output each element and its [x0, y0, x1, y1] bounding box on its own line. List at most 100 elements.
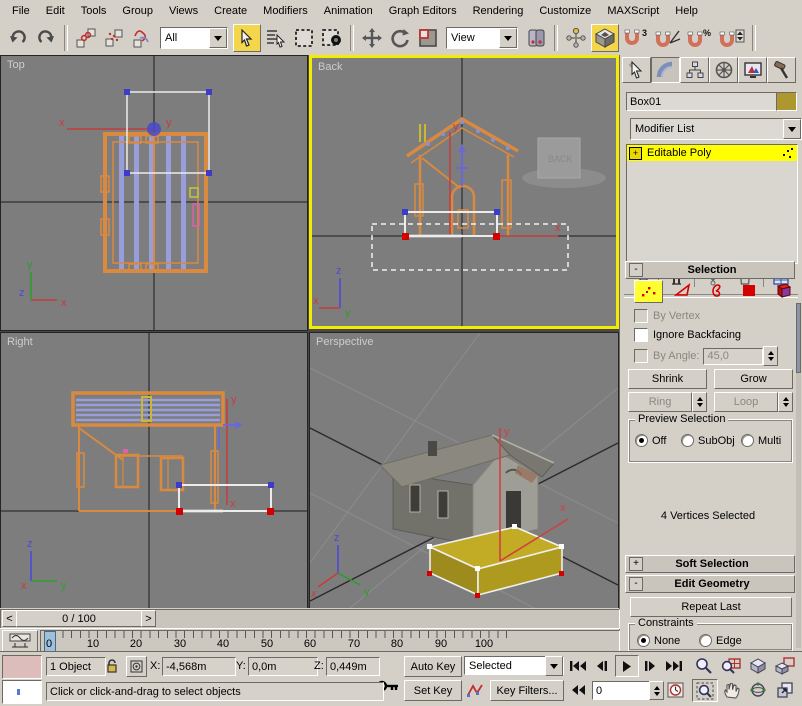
stack-expand-icon[interactable]: + — [629, 147, 642, 160]
preview-off-radio-row[interactable]: Off — [635, 434, 666, 447]
ring-button[interactable]: Ring — [628, 392, 692, 412]
tab-motion[interactable] — [709, 57, 738, 83]
preview-subobj-radio-row[interactable]: SubObj — [681, 434, 735, 447]
collapse-icon[interactable]: - — [629, 263, 643, 277]
undo-icon[interactable] — [5, 25, 31, 51]
go-to-end-button[interactable] — [663, 656, 685, 675]
select-object-button[interactable] — [233, 24, 261, 52]
menu-tools[interactable]: Tools — [73, 3, 115, 19]
x-coord-field[interactable]: -4,568m — [162, 657, 236, 676]
set-key-filters-curve-icon[interactable] — [464, 680, 486, 699]
y-coord-field[interactable]: 0,0m — [248, 657, 318, 676]
time-slider-handle[interactable]: 0 / 100 — [16, 610, 142, 627]
select-and-manipulate-icon[interactable] — [563, 25, 589, 51]
set-key-button[interactable]: Set Key — [404, 680, 462, 701]
zoom-extents-icon[interactable] — [746, 655, 770, 676]
menu-animation[interactable]: Animation — [316, 3, 381, 19]
maxscript-mini-listener[interactable] — [2, 680, 42, 704]
expand-icon[interactable]: + — [629, 557, 643, 571]
object-name-field[interactable]: Box01 — [626, 92, 777, 111]
track-bar-ruler[interactable]: 0 10 20 30 40 50 60 70 80 90 100 — [40, 630, 620, 653]
open-mini-curve-editor-button[interactable] — [2, 630, 38, 652]
viewport-back-active[interactable]: Back BACK y x — [309, 55, 619, 329]
frame-spinner[interactable] — [649, 681, 664, 700]
by-angle-field[interactable]: 45,0 — [703, 348, 763, 365]
menu-graph-editors[interactable]: Graph Editors — [381, 3, 465, 19]
play-animation-button[interactable] — [615, 655, 639, 677]
select-and-scale-icon[interactable] — [415, 25, 441, 51]
vertex-subobject-button-active[interactable] — [634, 280, 663, 303]
menu-group[interactable]: Group — [114, 3, 161, 19]
zoom-extents-all-icon[interactable] — [773, 655, 797, 676]
polygon-subobject-button[interactable] — [735, 280, 762, 301]
window-crossing-toggle-icon[interactable] — [319, 25, 345, 51]
auto-key-button[interactable]: Auto Key — [404, 656, 462, 677]
reference-coordinate-system-combo[interactable]: View — [446, 27, 518, 49]
tab-create[interactable] — [622, 57, 651, 83]
min-max-toggle-icon[interactable] — [773, 679, 797, 700]
viewport-right-label[interactable]: Right — [7, 336, 33, 348]
select-and-link-icon[interactable] — [73, 25, 99, 51]
menu-customize[interactable]: Customize — [531, 3, 599, 19]
selection-filter-dropdown-arrow[interactable] — [209, 28, 227, 48]
zoom-all-icon[interactable] — [719, 655, 743, 676]
menu-help[interactable]: Help — [667, 3, 706, 19]
bind-to-space-warp-icon[interactable] — [129, 25, 155, 51]
key-filter-scope-combo[interactable]: Selected — [464, 656, 564, 675]
snap-toggle-3d-icon[interactable]: 3 — [621, 25, 651, 51]
preview-multi-radio-row[interactable]: Multi — [741, 434, 781, 447]
edit-geometry-rollout-header[interactable]: - Edit Geometry — [625, 575, 795, 593]
select-by-name-icon[interactable] — [263, 25, 289, 51]
modifier-list-combo[interactable]: Modifier List — [630, 118, 802, 140]
unlink-selection-icon[interactable] — [101, 25, 127, 51]
rollout-scrollbar[interactable] — [796, 303, 801, 648]
by-vertex-checkbox[interactable] — [634, 309, 648, 323]
constraint-edge-radio[interactable] — [699, 634, 712, 647]
viewport-top-label[interactable]: Top — [7, 59, 25, 71]
time-slider-next-button[interactable]: > — [141, 610, 156, 627]
modifier-list-dropdown-arrow[interactable] — [783, 119, 801, 139]
tab-modify-active[interactable] — [651, 57, 680, 83]
key-filters-button[interactable]: Key Filters... — [490, 680, 564, 701]
selection-filter-combo[interactable]: All — [160, 27, 228, 49]
percent-snap-toggle-icon[interactable]: % — [685, 25, 715, 51]
viewport-back-label[interactable]: Back — [318, 61, 342, 73]
tab-display[interactable] — [738, 57, 767, 83]
constraint-none-radio[interactable] — [637, 634, 650, 647]
grow-button[interactable]: Grow — [714, 369, 793, 389]
rollout-scrollbar-thumb[interactable] — [796, 303, 801, 373]
element-subobject-button[interactable] — [768, 280, 795, 301]
preview-subobj-radio[interactable] — [681, 434, 694, 447]
selection-lock-icon[interactable] — [102, 656, 122, 676]
menu-edit[interactable]: Edit — [38, 3, 73, 19]
object-color-swatch[interactable] — [776, 92, 797, 111]
snaps-toggle-button[interactable] — [591, 24, 619, 52]
loop-spinner[interactable] — [778, 392, 793, 412]
viewport-perspective[interactable]: Perspective y x — [309, 332, 619, 609]
use-pivot-point-center-icon[interactable] — [523, 25, 549, 51]
by-angle-spinner[interactable] — [763, 346, 778, 366]
constraint-none-radio-row[interactable]: None — [637, 634, 680, 647]
ignore-backfacing-checkbox[interactable] — [634, 328, 648, 342]
menu-modifiers[interactable]: Modifiers — [255, 3, 316, 19]
tab-utilities[interactable] — [767, 57, 796, 83]
menu-maxscript[interactable]: MAXScript — [599, 3, 667, 19]
time-configuration-button[interactable] — [665, 680, 686, 699]
current-frame-field[interactable]: 0 — [592, 681, 656, 700]
menu-file[interactable]: File — [4, 3, 38, 19]
viewport-right[interactable]: Right y x — [0, 332, 308, 609]
select-and-rotate-icon[interactable] — [387, 25, 413, 51]
z-coord-field[interactable]: 0,449m — [326, 657, 380, 676]
preview-off-radio[interactable] — [635, 434, 648, 447]
constraint-edge-radio-row[interactable]: Edge — [699, 634, 742, 647]
menu-create[interactable]: Create — [206, 3, 255, 19]
tab-hierarchy[interactable] — [680, 57, 709, 83]
next-frame-button[interactable] — [639, 656, 661, 675]
shrink-button[interactable]: Shrink — [628, 369, 707, 389]
time-slider-prev-button[interactable]: < — [2, 610, 17, 627]
spinner-snap-toggle-icon[interactable] — [717, 25, 747, 51]
repeat-last-button[interactable]: Repeat Last — [630, 597, 792, 617]
loop-button[interactable]: Loop — [714, 392, 778, 412]
menu-rendering[interactable]: Rendering — [465, 3, 532, 19]
arc-rotate-icon[interactable] — [746, 679, 770, 700]
